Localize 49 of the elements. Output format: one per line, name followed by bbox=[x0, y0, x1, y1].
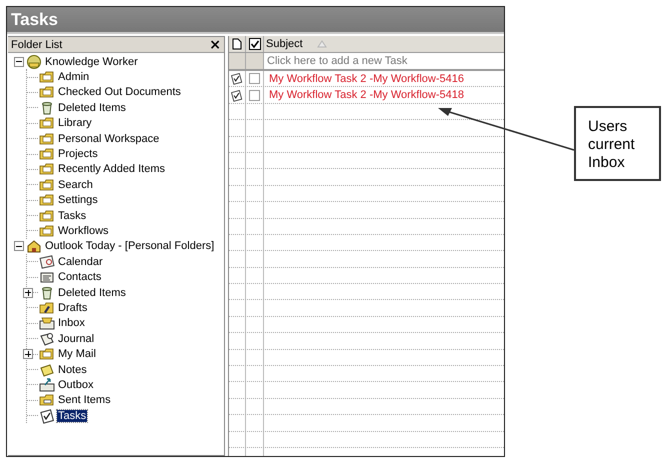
folder-item[interactable]: Journal bbox=[57, 332, 96, 345]
note-icon bbox=[39, 362, 55, 378]
tray-icon bbox=[39, 376, 55, 393]
expand-toggle[interactable] bbox=[23, 349, 33, 360]
checkbox-icon[interactable] bbox=[246, 36, 264, 52]
folder-item[interactable]: Sent Items bbox=[57, 394, 112, 406]
checkbox[interactable] bbox=[249, 73, 260, 84]
close-button[interactable]: × bbox=[209, 38, 221, 52]
checkbox[interactable] bbox=[249, 90, 260, 101]
clipboard-icon bbox=[230, 88, 243, 102]
folder-item[interactable]: Knowledge Worker bbox=[44, 56, 139, 68]
folder-item[interactable]: Search bbox=[57, 178, 94, 191]
book-icon bbox=[39, 330, 55, 347]
folder-item[interactable]: Projects bbox=[57, 148, 99, 160]
folder-item[interactable]: Tasks bbox=[57, 210, 88, 222]
trash-can-icon bbox=[39, 284, 55, 301]
clipboard-icon bbox=[230, 72, 243, 86]
folder-item[interactable]: Outbox bbox=[57, 378, 94, 391]
calendar-icon bbox=[39, 254, 55, 270]
clipboard-icon bbox=[39, 408, 55, 424]
column-header[interactable]: Subject bbox=[266, 38, 303, 50]
task-subject[interactable]: My Workflow Task 2 -My Workflow-5416 bbox=[269, 72, 464, 85]
folder-item[interactable]: Checked Out Documents bbox=[57, 86, 182, 98]
folder-item[interactable]: Calendar bbox=[57, 256, 104, 268]
pane-title: Folder List bbox=[11, 38, 62, 50]
folder-item[interactable]: Drafts bbox=[57, 302, 88, 314]
folder-item[interactable]: Library bbox=[57, 117, 93, 130]
folder-item[interactable]: Recently Added Items bbox=[57, 163, 166, 176]
folder-item[interactable]: Admin bbox=[57, 71, 90, 84]
folder-item[interactable]: Deleted Items bbox=[57, 286, 127, 299]
folder-item[interactable]: Deleted Items bbox=[57, 102, 127, 114]
trash-can-icon bbox=[39, 100, 55, 116]
folder-item[interactable]: Contacts bbox=[57, 271, 102, 284]
folder-item[interactable]: Tasks bbox=[57, 410, 88, 422]
callout-text: Users current Inbox bbox=[588, 118, 636, 172]
folder-item[interactable]: Settings bbox=[57, 194, 99, 206]
folder-item[interactable]: Notes bbox=[57, 364, 88, 376]
folder-item[interactable]: Inbox bbox=[57, 317, 86, 330]
task-subject[interactable]: My Workflow Task 2 -My Workflow-5418 bbox=[269, 89, 464, 102]
tray-icon bbox=[39, 315, 55, 332]
house-icon bbox=[26, 238, 42, 254]
expand-toggle[interactable] bbox=[23, 288, 33, 298]
folder-item[interactable]: My Mail bbox=[57, 348, 97, 360]
folder-item[interactable]: Personal Workspace bbox=[57, 132, 160, 145]
collapse-toggle[interactable] bbox=[14, 56, 24, 67]
collapse-toggle[interactable] bbox=[14, 241, 24, 252]
folder-item[interactable]: Workflows bbox=[57, 224, 110, 237]
window-title: Tasks bbox=[11, 10, 58, 30]
folder-item[interactable]: Outlook Today - [Personal Folders] bbox=[44, 240, 216, 252]
